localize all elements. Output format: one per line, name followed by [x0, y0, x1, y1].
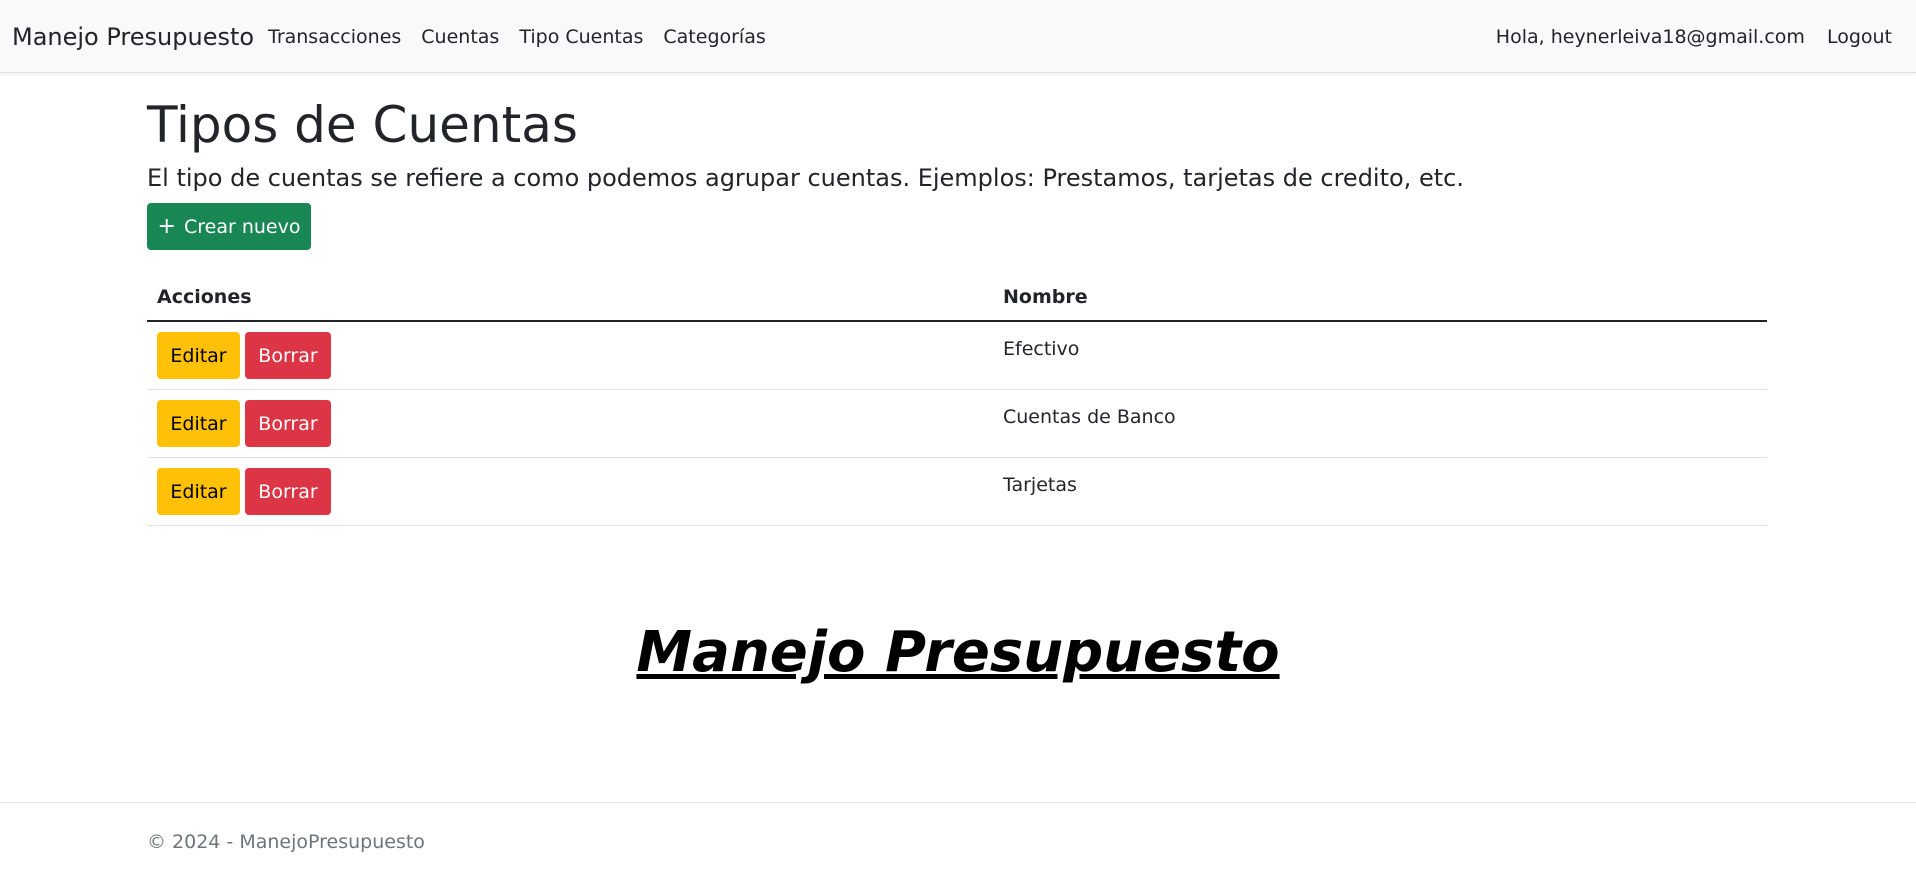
nav-link-transacciones[interactable]: Transacciones — [268, 25, 401, 49]
page-title: Tipos de Cuentas — [147, 96, 578, 154]
delete-button[interactable]: Borrar — [245, 400, 331, 447]
nav-links: Transacciones Cuentas Tipo Cuentas Categ… — [268, 25, 766, 49]
nav-user-area: Hola, heynerleiva18@gmail.com Logout — [1496, 25, 1892, 49]
column-header-actions: Acciones — [147, 273, 993, 322]
plus-icon: + — [157, 213, 176, 239]
footer: © 2024 - ManejoPresupuesto — [0, 802, 1916, 877]
name-cell: Efectivo — [993, 321, 1767, 390]
name-cell: Tarjetas — [993, 457, 1767, 526]
footer-copyright: © 2024 - ManejoPresupuesto — [147, 831, 425, 853]
account-types-table: Acciones Nombre Editar Borrar Efectivo Ed… — [147, 273, 1767, 526]
user-greeting-link[interactable]: Hola, heynerleiva18@gmail.com — [1496, 25, 1805, 49]
nav-link-cuentas[interactable]: Cuentas — [421, 25, 499, 49]
brand-banner: Manejo Presupuesto — [636, 620, 1280, 685]
table-row: Editar Borrar Tarjetas — [147, 457, 1767, 526]
actions-cell: Editar Borrar — [147, 457, 993, 526]
delete-button[interactable]: Borrar — [245, 332, 331, 379]
name-cell: Cuentas de Banco — [993, 389, 1767, 458]
create-new-button[interactable]: + Crear nuevo — [147, 203, 311, 250]
actions-cell: Editar Borrar — [147, 389, 993, 458]
logout-link[interactable]: Logout — [1827, 25, 1892, 49]
edit-button[interactable]: Editar — [157, 468, 240, 515]
nav-link-tipo-cuentas[interactable]: Tipo Cuentas — [519, 25, 643, 49]
nav-link-categorias[interactable]: Categorías — [663, 25, 765, 49]
delete-button[interactable]: Borrar — [245, 468, 331, 515]
table-row: Editar Borrar Efectivo — [147, 321, 1767, 390]
create-new-label: Crear nuevo — [183, 215, 301, 238]
top-navbar: Manejo Presupuesto Transacciones Cuentas… — [0, 0, 1916, 73]
navbar-brand[interactable]: Manejo Presupuesto — [12, 22, 254, 52]
table-row: Editar Borrar Cuentas de Banco — [147, 389, 1767, 458]
column-header-name: Nombre — [993, 273, 1767, 322]
edit-button[interactable]: Editar — [157, 400, 240, 447]
actions-cell: Editar Borrar — [147, 321, 993, 390]
page-description: El tipo de cuentas se refiere a como pod… — [147, 164, 1464, 192]
edit-button[interactable]: Editar — [157, 332, 240, 379]
table-header-row: Acciones Nombre — [147, 273, 1767, 322]
